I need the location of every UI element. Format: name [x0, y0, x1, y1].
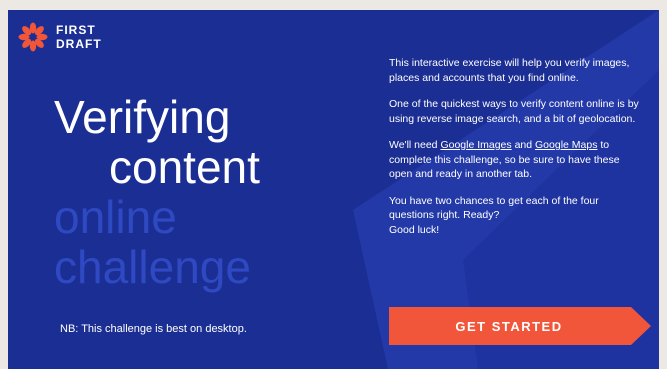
brand-line-2: DRAFT [56, 37, 102, 51]
title-line-content: content [109, 141, 260, 193]
intro-paragraph-2: One of the quickest ways to verify conte… [389, 98, 639, 125]
para3-prefix: We'll need [389, 139, 441, 151]
google-maps-link[interactable]: Google Maps [535, 139, 597, 151]
intro-text: This interactive exercise will help you … [389, 56, 644, 249]
title-line-verifying: Verifying [54, 91, 231, 143]
para4-line-1: You have two chances to get each of the … [389, 194, 599, 222]
intro-paragraph-1: This interactive exercise will help you … [389, 57, 630, 84]
intro-paragraph-3: We'll need Google Images and Google Maps… [389, 138, 644, 182]
get-started-button[interactable]: GET STARTED [389, 307, 651, 345]
intro-paragraph-4: You have two chances to get each of the … [389, 194, 644, 238]
get-started-label: GET STARTED [455, 318, 563, 334]
brand-line-1: FIRST [56, 23, 96, 37]
burst-flower-icon [18, 22, 48, 52]
page-title: Verifying content online challenge [54, 92, 260, 292]
challenge-panel: FIRST DRAFT Verifying content online cha… [8, 10, 659, 369]
para3-and: and [511, 139, 536, 151]
title-line-online: online [54, 191, 177, 243]
para4-line-2: Good luck! [389, 223, 440, 236]
desktop-note: NB: This challenge is best on desktop. [60, 323, 247, 335]
google-images-link[interactable]: Google Images [440, 139, 511, 151]
brand-name: FIRST DRAFT [56, 23, 102, 51]
title-line-challenge: challenge [54, 241, 251, 293]
first-draft-logo[interactable]: FIRST DRAFT [18, 22, 102, 52]
